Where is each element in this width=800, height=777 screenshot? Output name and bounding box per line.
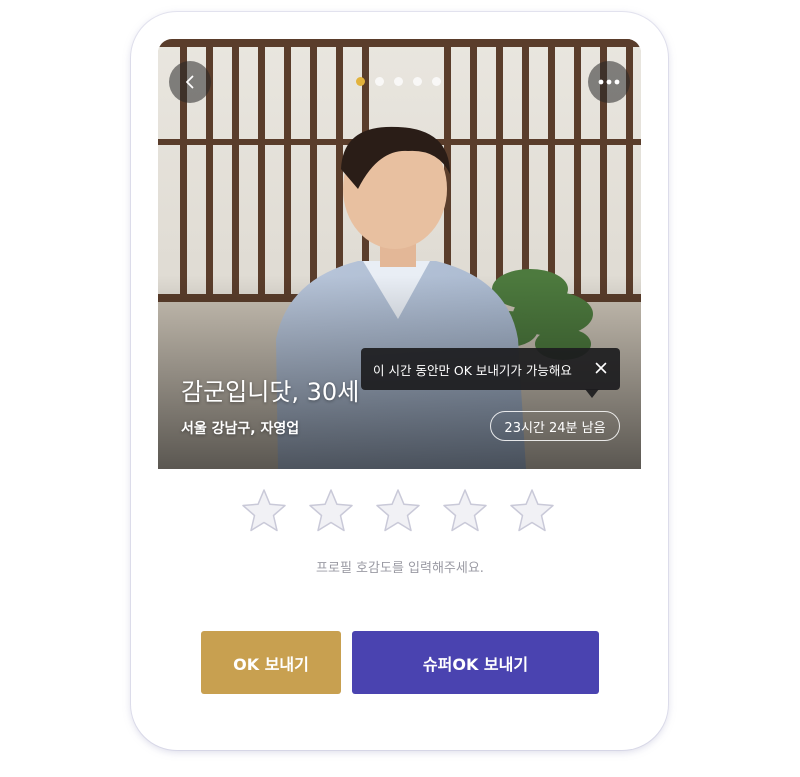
chevron-left-icon <box>186 75 194 89</box>
star-1-icon[interactable] <box>240 487 288 535</box>
more-horizontal-icon <box>598 79 620 85</box>
pagination-dot[interactable] <box>394 77 403 86</box>
more-options-button[interactable] <box>588 61 630 103</box>
profile-location-job: 서울 강남구, 자영업 <box>181 421 300 437</box>
photo-pagination <box>356 77 441 86</box>
rating-stars <box>240 487 556 535</box>
close-icon <box>595 362 607 374</box>
send-super-ok-button[interactable]: 슈퍼OK 보내기 <box>352 631 599 694</box>
pagination-dot[interactable] <box>375 77 384 86</box>
remaining-time-badge: 23시간 24분 남음 <box>490 411 620 441</box>
ok-time-tooltip: 이 시간 동안만 OK 보내기가 가능해요 <box>361 348 620 390</box>
rating-hint: 프로필 호감도를 입력해주세요. <box>316 561 484 576</box>
profile-name-age: 감군입니닷, 30세 <box>181 378 360 406</box>
tooltip-arrow <box>585 389 599 398</box>
pagination-dot-active[interactable] <box>356 77 365 86</box>
star-2-icon[interactable] <box>307 487 355 535</box>
send-ok-button[interactable]: OK 보내기 <box>201 631 341 694</box>
star-4-icon[interactable] <box>441 487 489 535</box>
pagination-dot[interactable] <box>413 77 422 86</box>
star-3-icon[interactable] <box>374 487 422 535</box>
tooltip-close-button[interactable] <box>592 359 610 377</box>
back-button[interactable] <box>169 61 211 103</box>
tooltip-text: 이 시간 동안만 OK 보내기가 가능해요 <box>373 362 572 378</box>
pagination-dot[interactable] <box>432 77 441 86</box>
star-5-icon[interactable] <box>508 487 556 535</box>
